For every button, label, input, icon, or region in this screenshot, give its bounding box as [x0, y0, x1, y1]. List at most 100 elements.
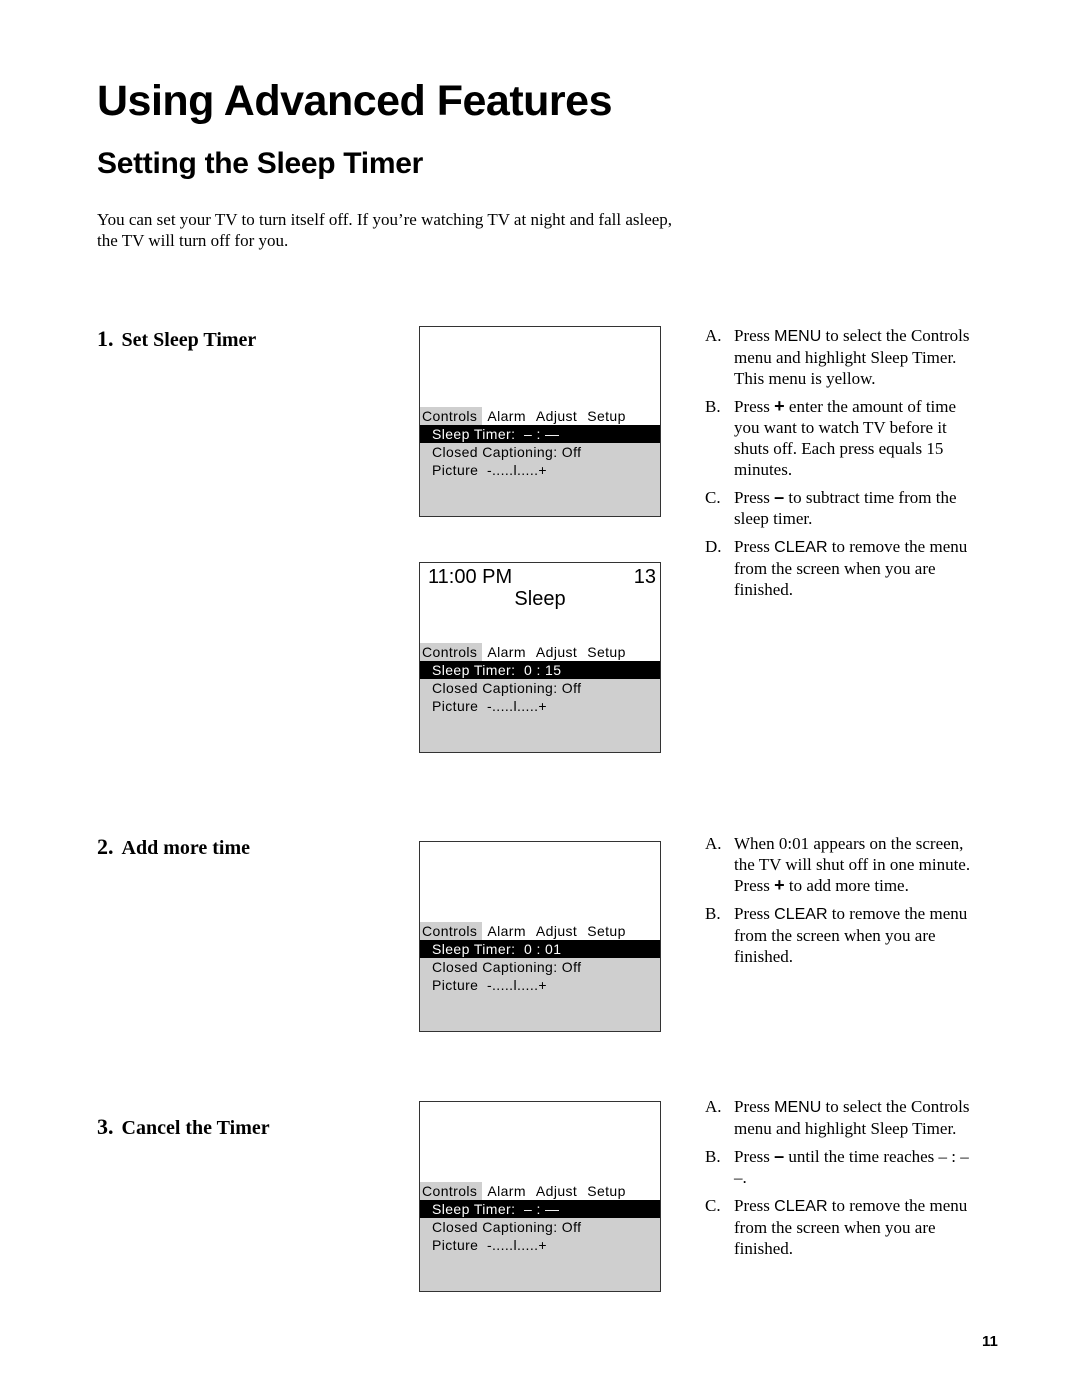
instruction-label: B. — [705, 397, 721, 416]
section-title: Setting the Sleep Timer — [97, 147, 423, 180]
remote-key-name: MENU — [774, 328, 822, 345]
page-number: 11 — [982, 1333, 998, 1350]
step-3-heading: 3. Cancel the Timer — [97, 1115, 270, 1140]
intro-paragraph: You can set your TV to turn itself off. … — [97, 210, 673, 250]
menu-tab-controls: Controls — [420, 643, 483, 661]
menu-tab-setup: Setup — [587, 1183, 626, 1199]
menu-item-closed-captioning: Closed Captioning: Off — [432, 1219, 582, 1235]
tv-screen: Controls Alarm Adjust Setup Sleep Timer: – :… — [419, 326, 661, 517]
menu-item-closed-captioning: Closed Captioning: Off — [432, 444, 582, 460]
menu-tab-controls: Controls — [420, 1182, 483, 1200]
tv-screen: Controls Alarm Adjust Setup Sleep Timer: 0 :… — [419, 841, 661, 1032]
menu-tab-controls: Controls — [420, 922, 483, 940]
instruction-text-pre: Press — [734, 326, 775, 345]
instruction-text-pre: Press — [734, 537, 775, 556]
tv-menu-tabs: Controls Alarm Adjust Setup — [420, 643, 660, 661]
instruction-text: When 0:01 appears on the screen, the TV … — [734, 833, 975, 896]
menu-item-picture: Picture -.....l.....+ — [432, 1237, 547, 1253]
instructions-step-2: A. When 0:01 appears on the screen, the T… — [705, 833, 975, 974]
instruction-item: B. Press + enter the amount of time you w… — [705, 396, 975, 480]
remote-key-name: CLEAR — [774, 539, 828, 556]
tv-menu: Controls Alarm Adjust Setup Sleep Timer: – :… — [420, 407, 660, 516]
menu-tab-adjust: Adjust — [535, 1183, 578, 1199]
tv-menu: Controls Alarm Adjust Setup Sleep Timer: 0 :… — [420, 643, 660, 752]
step-title: Add more time — [121, 837, 251, 859]
remote-key-name: CLEAR — [774, 906, 828, 923]
menu-tab-setup: Setup — [587, 644, 626, 660]
menu-tab-alarm: Alarm — [487, 644, 526, 660]
instruction-text: Press – to subtract time from the sleep … — [734, 487, 975, 529]
instruction-label: C. — [705, 488, 721, 507]
instruction-item: A. Press MENU to select the Controls menu… — [705, 1096, 975, 1139]
menu-item-picture: Picture -.....l.....+ — [432, 977, 547, 993]
menu-item-sleep-timer: Sleep Timer: 0 : 15 — [420, 661, 660, 679]
instruction-label: A. — [705, 326, 722, 345]
instruction-label: B. — [705, 904, 721, 923]
instruction-text: Press CLEAR to remove the menu from the … — [734, 903, 975, 967]
button-symbol: – — [774, 1146, 785, 1166]
menu-item-closed-captioning: Closed Captioning: Off — [432, 680, 582, 696]
instruction-item: C. Press – to subtract time from the slee… — [705, 487, 975, 529]
step-2-heading: 2. Add more time — [97, 835, 250, 860]
instruction-label: D. — [705, 537, 722, 556]
menu-tab-alarm: Alarm — [487, 1183, 526, 1199]
instruction-text: Press CLEAR to remove the menu from the … — [734, 1195, 975, 1259]
button-symbol: + — [774, 875, 785, 895]
tv-menu: Controls Alarm Adjust Setup Sleep Timer: 0 :… — [420, 922, 660, 1031]
instruction-label: C. — [705, 1196, 721, 1215]
button-symbol: + — [774, 396, 785, 416]
menu-tab-adjust: Adjust — [535, 408, 578, 424]
tv-clock: 11:00 PM — [428, 566, 513, 588]
step-title: Set Sleep Timer — [121, 329, 257, 351]
remote-key-name: MENU — [774, 1099, 822, 1116]
instruction-label: A. — [705, 1097, 722, 1116]
instructions-step-1: A. Press MENU to select the Controls menu… — [705, 325, 975, 607]
instruction-item: B. Press CLEAR to remove the menu from th… — [705, 903, 975, 967]
tv-screen: 11:00 PM 13 Sleep Controls Alarm Adjust Setup S… — [419, 562, 661, 753]
menu-item-sleep-timer: Sleep Timer: – : — — [420, 425, 660, 443]
instruction-text: Press MENU to select the Controls menu a… — [734, 1096, 975, 1139]
step-title: Cancel the Timer — [121, 1117, 270, 1139]
tv-menu-tabs: Controls Alarm Adjust Setup — [420, 407, 660, 425]
step-number: 2. — [97, 834, 114, 859]
menu-tab-setup: Setup — [587, 923, 626, 939]
instruction-text: Press + enter the amount of time you wan… — [734, 396, 975, 480]
instruction-text: Press – until the time reaches – : – –. — [734, 1146, 975, 1188]
menu-tab-adjust: Adjust — [535, 644, 578, 660]
menu-tab-alarm: Alarm — [487, 408, 526, 424]
instruction-text-pre: Press — [734, 1097, 775, 1116]
tv-menu: Controls Alarm Adjust Setup Sleep Timer: – :… — [420, 1182, 660, 1291]
instruction-text: Press CLEAR to remove the menu from the … — [734, 536, 975, 600]
menu-tab-controls: Controls — [420, 407, 483, 425]
instruction-text-pre: Press — [734, 397, 775, 416]
menu-item-sleep-timer: Sleep Timer: – : — — [420, 1200, 660, 1218]
menu-item-sleep-timer: Sleep Timer: 0 : 01 — [420, 940, 660, 958]
step-number: 3. — [97, 1114, 114, 1139]
instruction-item: A. Press MENU to select the Controls menu… — [705, 325, 975, 389]
page-title: Using Advanced Features — [97, 77, 613, 125]
tv-menu-tabs: Controls Alarm Adjust Setup — [420, 922, 660, 940]
instruction-text-pre: Press — [734, 904, 775, 923]
step-1-heading: 1. Set Sleep Timer — [97, 327, 256, 352]
tv-channel: 13 — [633, 566, 656, 588]
tv-status-line: 11:00 PM 13 — [428, 565, 656, 589]
instruction-item: B. Press – until the time reaches – : – –… — [705, 1146, 975, 1188]
instruction-text-pre: Press — [734, 488, 775, 507]
menu-item-closed-captioning: Closed Captioning: Off — [432, 959, 582, 975]
menu-tab-setup: Setup — [587, 408, 626, 424]
instruction-text: Press MENU to select the Controls menu a… — [734, 325, 975, 389]
instructions-step-3: A. Press MENU to select the Controls menu… — [705, 1096, 975, 1266]
instruction-item: D. Press CLEAR to remove the menu from th… — [705, 536, 975, 600]
instruction-item: A. When 0:01 appears on the screen, the T… — [705, 833, 975, 896]
remote-key-name: CLEAR — [774, 1198, 828, 1215]
menu-tab-adjust: Adjust — [535, 923, 578, 939]
instruction-text-post: to add more time. — [784, 876, 909, 895]
instruction-label: B. — [705, 1147, 721, 1166]
instruction-label: A. — [705, 834, 722, 853]
tv-menu-tabs: Controls Alarm Adjust Setup — [420, 1182, 660, 1200]
button-symbol: – — [774, 487, 785, 507]
tv-screen: Controls Alarm Adjust Setup Sleep Timer: – :… — [419, 1101, 661, 1292]
menu-tab-alarm: Alarm — [487, 923, 526, 939]
instruction-item: C. Press CLEAR to remove the menu from th… — [705, 1195, 975, 1259]
instruction-text-pre: Press — [734, 1147, 775, 1166]
